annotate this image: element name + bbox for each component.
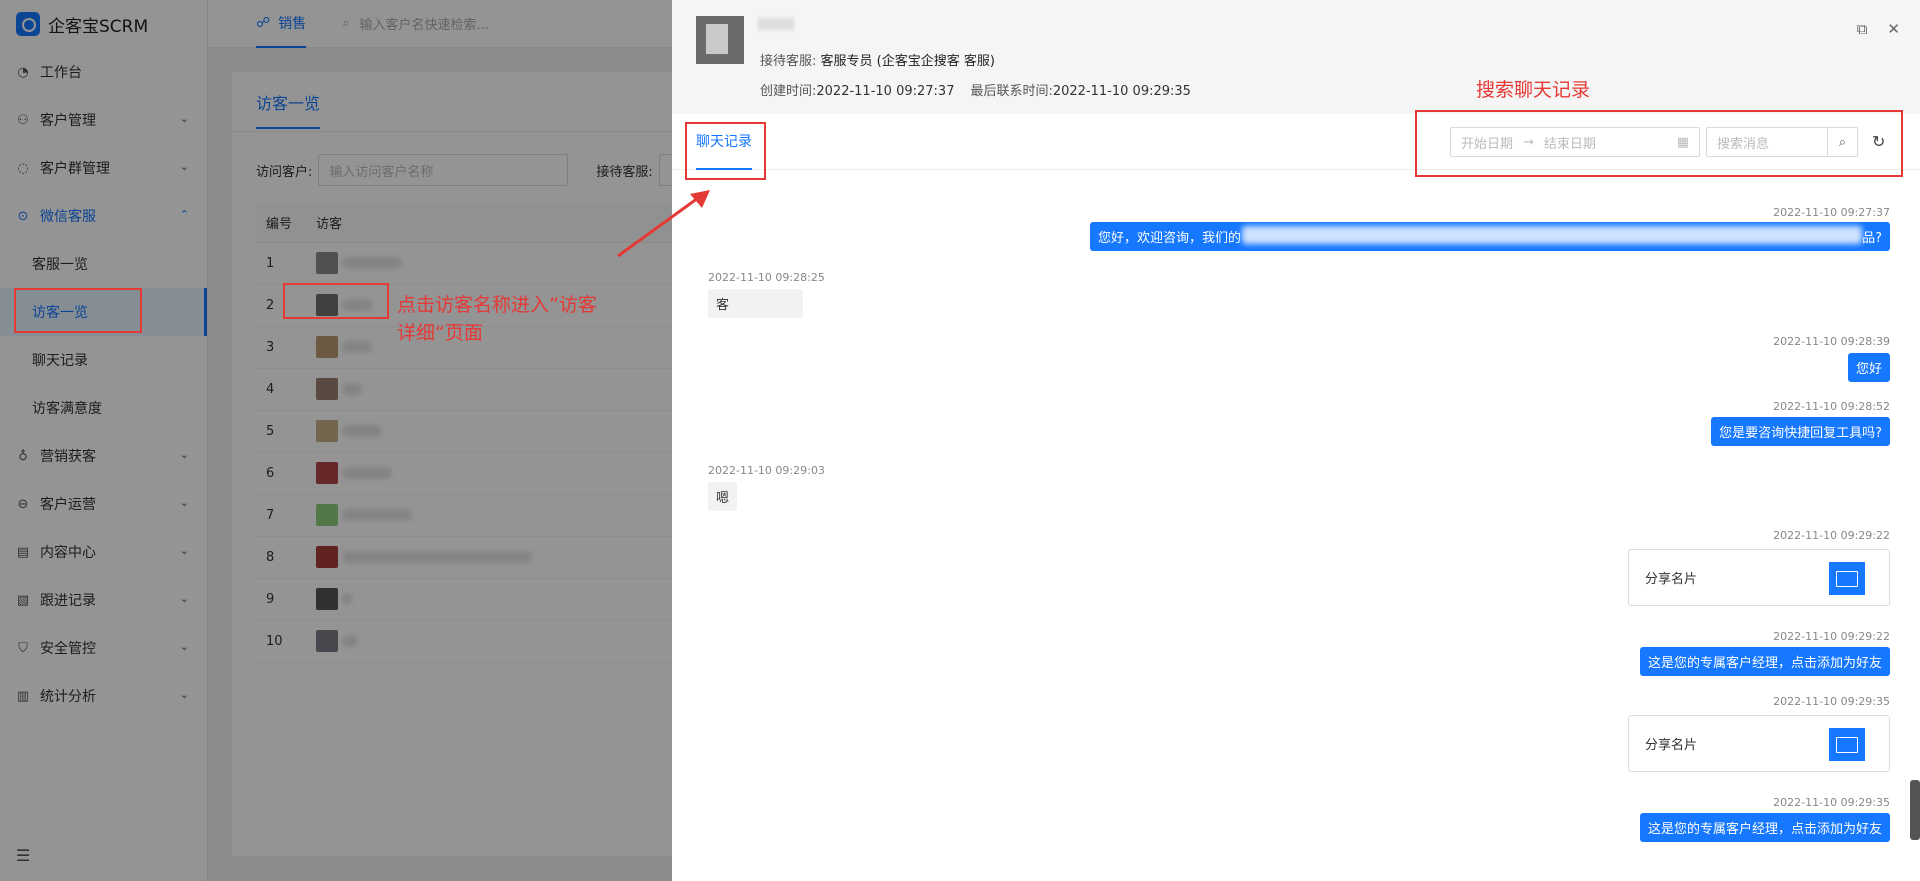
message-time: 2022-11-10 09:28:39 bbox=[1773, 335, 1890, 348]
agent-info: 接待客服: 客服专员 (企客宝企搜客 客服) bbox=[760, 50, 995, 69]
avatar bbox=[696, 16, 744, 64]
message-time: 2022-11-10 09:28:25 bbox=[708, 271, 825, 284]
message-time: 2022-11-10 09:29:03 bbox=[708, 464, 825, 477]
message-text: 嗯 bbox=[716, 491, 730, 506]
message-bubble-outgoing: 这是您的专属客户经理，点击添加为好友 bbox=[1639, 813, 1890, 842]
annotation-box-chat-tab bbox=[685, 122, 766, 180]
visitor-name-redacted bbox=[758, 18, 794, 30]
redacted-text bbox=[1242, 226, 1862, 244]
last-contact-value: 2022-11-10 09:29:35 bbox=[1052, 84, 1191, 99]
message-time: 2022-11-10 09:28:52 bbox=[1773, 400, 1890, 413]
drawer-actions: ⧉ ✕ bbox=[1857, 20, 1900, 38]
annotation-box-search-tools bbox=[1415, 110, 1903, 177]
time-info: 创建时间:2022-11-10 09:27:37 最后联系时间:2022-11-… bbox=[760, 80, 1191, 99]
message-text: 这是您的专属客户经理，点击添加为好友 bbox=[1647, 822, 1882, 837]
agent-label: 接待客服: bbox=[760, 54, 817, 69]
message-text: 这是您的专属客户经理，点击添加为好友 bbox=[1647, 656, 1882, 671]
share-card-label: 分享名片 bbox=[1645, 572, 1698, 587]
message-time: 2022-11-10 09:29:22 bbox=[1773, 630, 1890, 643]
annotation-arrow bbox=[617, 190, 710, 258]
share-card[interactable]: 分享名片 bbox=[1628, 549, 1890, 606]
annotation-click-hint: 点击访客名称进入”访客 详细“页面 bbox=[397, 294, 597, 344]
message-text: 您好 bbox=[1855, 362, 1882, 377]
annotation-box-visitor-name bbox=[283, 283, 389, 319]
message-bubble-incoming: 客 bbox=[708, 289, 803, 318]
annotation-search-hint: 搜索聊天记录 bbox=[1476, 79, 1591, 101]
created-label: 创建时间: bbox=[760, 84, 817, 99]
message-bubble-outgoing: 您是要咨询快捷回复工具吗? bbox=[1711, 417, 1890, 446]
message-text: 您好，欢迎咨询，我们的 bbox=[1098, 231, 1242, 246]
contact-card-icon bbox=[1829, 562, 1865, 595]
message-time: 2022-11-10 09:27:37 bbox=[1773, 206, 1890, 219]
share-card[interactable]: 分享名片 bbox=[1628, 715, 1890, 772]
message-text-end: 品? bbox=[1862, 231, 1882, 246]
last-contact-label: 最后联系时间: bbox=[970, 84, 1053, 99]
message-bubble-outgoing: 您好 bbox=[1847, 353, 1890, 382]
message-bubble-incoming: 嗯 bbox=[708, 482, 738, 511]
message-text: 您是要咨询快捷回复工具吗? bbox=[1719, 426, 1882, 441]
agent-value: 客服专员 (企客宝企搜客 客服) bbox=[820, 54, 995, 69]
share-card-label: 分享名片 bbox=[1645, 738, 1698, 753]
last-contact-time: 最后联系时间:2022-11-10 09:29:35 bbox=[970, 80, 1190, 99]
contact-card-icon bbox=[1829, 728, 1865, 761]
chat-area: 2022-11-10 09:27:37 您好，欢迎咨询，我们的 品? 2022-… bbox=[672, 170, 1920, 881]
created-time: 创建时间:2022-11-10 09:27:37 bbox=[760, 80, 954, 99]
message-text: 客 bbox=[716, 298, 730, 313]
message-time: 2022-11-10 09:29:35 bbox=[1773, 796, 1890, 809]
annotation-box-visitor-menu bbox=[14, 288, 142, 333]
close-icon[interactable]: ✕ bbox=[1887, 20, 1900, 38]
message-time: 2022-11-10 09:29:22 bbox=[1773, 529, 1890, 542]
open-new-window-icon[interactable]: ⧉ bbox=[1857, 20, 1868, 38]
message-time: 2022-11-10 09:29:35 bbox=[1773, 695, 1890, 708]
drawer-header: 接待客服: 客服专员 (企客宝企搜客 客服) 创建时间:2022-11-10 0… bbox=[672, 0, 1920, 114]
created-value: 2022-11-10 09:27:37 bbox=[816, 84, 955, 99]
scrollbar-handle[interactable] bbox=[1910, 780, 1920, 840]
message-bubble-outgoing: 这是您的专属客户经理，点击添加为好友 bbox=[1639, 647, 1890, 676]
